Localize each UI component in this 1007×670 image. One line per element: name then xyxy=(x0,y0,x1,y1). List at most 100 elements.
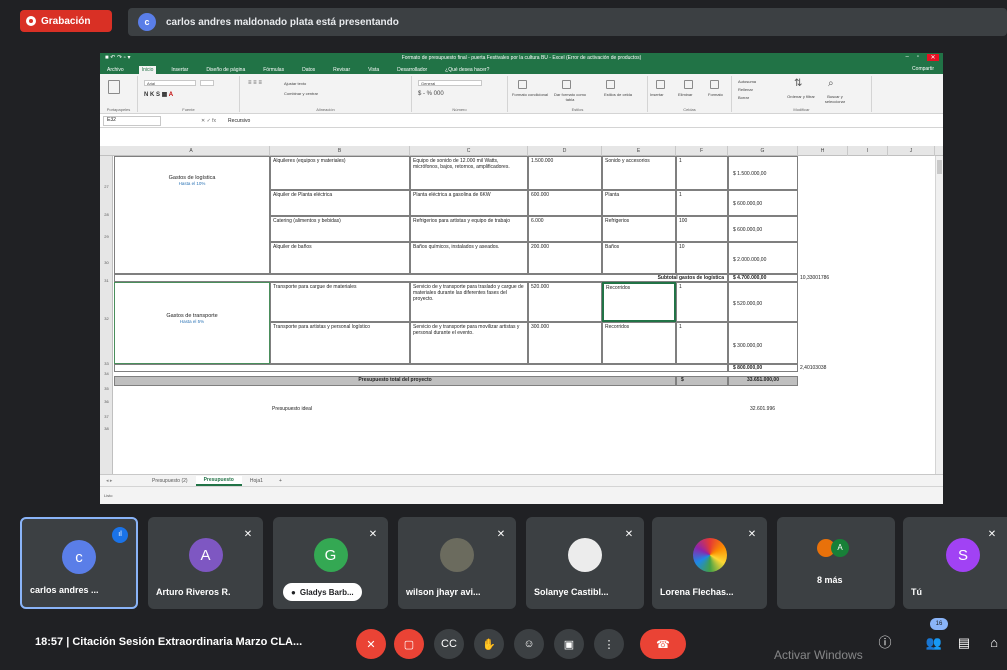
logistics-subtotal-label: Subtotal gastos de logística xyxy=(114,274,728,282)
cam-off-icon[interactable]: ▢ xyxy=(394,629,424,659)
emoji-icon[interactable]: ☺ xyxy=(514,629,544,659)
participant-name: Tú xyxy=(911,587,922,597)
transport-subtotal-row xyxy=(114,364,728,372)
participant-name: Lorena Flechas... xyxy=(660,587,734,597)
group-cells: Insertar Eliminar Formato Celdas xyxy=(648,76,732,112)
chat-icon[interactable]: ▤ xyxy=(954,633,974,653)
logistics-desc: Refrigerios para artistas y equipo de tr… xyxy=(410,216,528,242)
people-icon[interactable]: 👥 xyxy=(924,633,944,653)
presenting-text: carlos andres maldonado plata está prese… xyxy=(166,16,399,28)
mic-off-icon: ✕ xyxy=(496,529,506,540)
logistics-qty: 10 xyxy=(676,242,728,274)
maximize-icon: ▫ xyxy=(916,54,919,60)
ribbon: Portapapeles Arial N K S ▦ A Fuente ≡ ≡ … xyxy=(100,74,943,114)
avatar: A xyxy=(831,539,849,557)
minimize-icon: – xyxy=(905,54,909,60)
participant-tile[interactable]: ✕ G ● Gladys Barb... xyxy=(273,517,388,609)
clear: Borrar xyxy=(738,95,750,100)
present-icon[interactable]: ▣ xyxy=(554,629,584,659)
speaking-icon: ıl xyxy=(112,527,128,543)
cell-styles-icon xyxy=(606,80,615,89)
sheet-tab-presupuesto-2: Presupuesto (2) xyxy=(152,477,188,484)
excel-title-bar: ■ ↶ ↷ ▫ ▾ Formato de presupuesto final -… xyxy=(100,53,943,63)
logistics-total: $ 600.000,00 xyxy=(728,216,798,242)
end-call-icon[interactable]: ☎ xyxy=(640,629,686,659)
total-label: Presupuesto total del proyecto xyxy=(114,376,676,386)
fx-icon: ✕ ✓ fx xyxy=(201,117,217,124)
sheet-nav-arrows: ◂ ▸ xyxy=(106,477,113,484)
participant-tile[interactable]: ıl c carlos andres ... xyxy=(20,517,138,609)
logistics-desc: Equipo de sonido de 12.000 mil Watts, mi… xyxy=(410,156,528,190)
logistics-value: 6.000 xyxy=(528,216,602,242)
group-clipboard: Portapapeles xyxy=(100,76,138,112)
avatar-photo xyxy=(692,538,727,572)
status-ready: Listo xyxy=(104,493,113,498)
ideal-budget-label: Presupuesto ideal xyxy=(272,406,313,412)
participant-name: wilson jhayr avi... xyxy=(406,587,481,597)
logistics-item: Catering (alimentos y bebidas) xyxy=(270,216,410,242)
participant-strip: ıl c carlos andres ... ✕ A Arturo Rivero… xyxy=(0,514,1007,612)
more-participants-tile[interactable]: A 8 más xyxy=(777,517,895,609)
participant-name: carlos andres ... xyxy=(30,585,99,595)
transport-pct: 2,40103038 xyxy=(800,365,827,371)
conditional-format-icon xyxy=(518,80,527,89)
vertical-scrollbar xyxy=(935,156,943,476)
logistics-subtotal: $ 4.700.000,00 xyxy=(728,274,798,282)
avatar: c xyxy=(62,540,96,574)
recording-indicator: Grabación xyxy=(20,10,112,32)
mic-off-icon: ✕ xyxy=(243,529,253,540)
activities-icon[interactable]: ⌂ xyxy=(984,633,1004,653)
mic-off-icon: ✕ xyxy=(624,529,634,540)
captions-icon[interactable]: CC xyxy=(434,629,464,659)
total-value: 33.651.000,00 xyxy=(728,376,798,386)
logistics-value: 1.500.000 xyxy=(528,156,602,190)
merge-center: Combinar y centrar xyxy=(284,91,319,96)
group-transport: Gastos de transporte Hasta el 5% xyxy=(114,282,270,364)
recording-label: Grabación xyxy=(41,15,91,27)
autosum: Autosuma xyxy=(738,79,757,84)
info-icon[interactable]: ⓘ xyxy=(875,633,895,653)
mic-off-icon: ✕ xyxy=(747,529,757,540)
meeting-controls: 18:57 | Citación Sesión Extraordinaria M… xyxy=(0,612,1007,670)
logistics-pct: 10,33001786 xyxy=(800,275,830,281)
logistics-total: $ 600.000,00 xyxy=(728,190,798,216)
transport-qty: 1 xyxy=(676,322,728,364)
logistics-item: Alquiler de baños xyxy=(270,242,410,274)
tab-datos: Datos xyxy=(302,67,316,73)
logistics-unit: Planta xyxy=(602,190,676,216)
transport-total: $ 300.000,00 xyxy=(728,322,798,364)
presenter-avatar: c xyxy=(138,13,156,31)
mic-off-icon[interactable]: ✕ xyxy=(356,629,386,659)
more-icon[interactable]: ⋮ xyxy=(594,629,624,659)
formula-bar: E32 ✕ ✓ fx Recursivo xyxy=(100,114,943,128)
total-symbol: $ xyxy=(676,376,728,386)
paste-icon xyxy=(108,80,120,94)
ribbon-tabs: Archivo Inicio Insertar Diseño de página… xyxy=(100,63,943,74)
sort-icon: ⇅ xyxy=(794,78,803,89)
participant-name: Gladys Barb... xyxy=(299,587,354,597)
bold-italic-icons: N K S ▦ A xyxy=(144,92,174,98)
self-tile[interactable]: ✕ S Tú xyxy=(903,517,1007,609)
transport-value: 520.000 xyxy=(528,282,602,322)
raise-hand-icon[interactable]: ✋ xyxy=(474,629,504,659)
avatar-photo xyxy=(568,538,602,572)
participant-tile[interactable]: ✕ A Arturo Riveros R. xyxy=(148,517,263,609)
group-styles: Formato condicional Dar formato como tab… xyxy=(508,76,648,112)
participant-tile[interactable]: ✕ Solanye Castibl... xyxy=(526,517,644,609)
group-alignment: ≡ ≡ ≡ Ajustar texto Combinar y centrar A… xyxy=(240,76,412,112)
add-sheet-icon: + xyxy=(278,477,282,484)
tab-diseno: Diseño de página xyxy=(206,67,246,73)
font-size-box xyxy=(200,80,214,86)
logistics-value: 200.000 xyxy=(528,242,602,274)
participant-name-pill: ● Gladys Barb... xyxy=(283,583,362,601)
row-headers: 27 28 29 30 31 32 33 34 35 36 37 38 xyxy=(100,156,113,486)
people-count-badge: 16 xyxy=(930,618,948,630)
logistics-item: Alquiler de Planta eléctrica xyxy=(270,190,410,216)
more-label: 8 más xyxy=(817,575,843,585)
number-format-box: General xyxy=(418,80,482,86)
participant-tile[interactable]: ✕ Lorena Flechas... xyxy=(652,517,767,609)
participant-tile[interactable]: ✕ wilson jhayr avi... xyxy=(398,517,516,609)
pin-icon: ● xyxy=(291,587,296,597)
tab-revisar: Revisar xyxy=(333,67,351,73)
meeting-top-bar: Grabación c carlos andres maldonado plat… xyxy=(0,0,1007,46)
